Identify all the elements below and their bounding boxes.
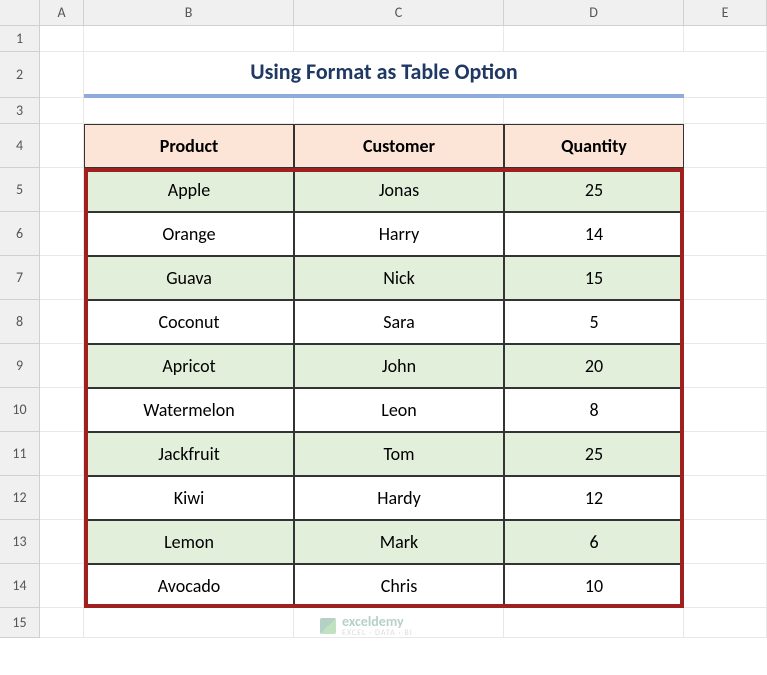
cell-a14[interactable] — [40, 564, 84, 608]
cell-customer-0[interactable]: Jonas — [294, 168, 504, 212]
cell-a12[interactable] — [40, 476, 84, 520]
cell-c1[interactable] — [294, 26, 504, 52]
cell-product-7[interactable]: Kiwi — [84, 476, 294, 520]
col-header-b[interactable]: B — [84, 0, 294, 26]
watermark-main: exceldemy — [342, 615, 413, 629]
cell-quantity-0[interactable]: 25 — [504, 168, 684, 212]
cell-customer-5[interactable]: Leon — [294, 388, 504, 432]
col-header-c[interactable]: C — [294, 0, 504, 26]
header-product[interactable]: Product — [84, 124, 294, 168]
cell-d3[interactable] — [504, 98, 684, 124]
cell-d15[interactable] — [504, 608, 684, 638]
cell-e15[interactable] — [684, 608, 767, 638]
row-header-14[interactable]: 14 — [0, 564, 40, 608]
cell-e11[interactable] — [684, 432, 767, 476]
cell-customer-8[interactable]: Mark — [294, 520, 504, 564]
cell-quantity-1[interactable]: 14 — [504, 212, 684, 256]
watermark: exceldemy EXCEL · DATA · BI — [320, 615, 413, 637]
cell-customer-1[interactable]: Harry — [294, 212, 504, 256]
cell-c3[interactable] — [294, 98, 504, 124]
cell-a1[interactable] — [40, 26, 84, 52]
cell-e9[interactable] — [684, 344, 767, 388]
cell-a3[interactable] — [40, 98, 84, 124]
cell-e3[interactable] — [684, 98, 767, 124]
col-header-d[interactable]: D — [504, 0, 684, 26]
cell-e2[interactable] — [684, 52, 767, 98]
row-header-3[interactable]: 3 — [0, 98, 40, 124]
cell-a2[interactable] — [40, 52, 84, 98]
cell-quantity-8[interactable]: 6 — [504, 520, 684, 564]
cell-e6[interactable] — [684, 212, 767, 256]
row-header-7[interactable]: 7 — [0, 256, 40, 300]
row-header-5[interactable]: 5 — [0, 168, 40, 212]
row-header-13[interactable]: 13 — [0, 520, 40, 564]
cell-customer-3[interactable]: Sara — [294, 300, 504, 344]
cell-product-8[interactable]: Lemon — [84, 520, 294, 564]
header-quantity[interactable]: Quantity — [504, 124, 684, 168]
cell-quantity-9[interactable]: 10 — [504, 564, 684, 608]
cell-a13[interactable] — [40, 520, 84, 564]
cell-product-3[interactable]: Coconut — [84, 300, 294, 344]
page-title[interactable]: Using Format as Table Option — [84, 52, 684, 98]
cell-d1[interactable] — [504, 26, 684, 52]
grid-corner — [0, 0, 40, 26]
col-header-e[interactable]: E — [684, 0, 767, 26]
row-header-8[interactable]: 8 — [0, 300, 40, 344]
cell-product-5[interactable]: Watermelon — [84, 388, 294, 432]
cell-quantity-7[interactable]: 12 — [504, 476, 684, 520]
col-header-a[interactable]: A — [40, 0, 84, 26]
cell-product-1[interactable]: Orange — [84, 212, 294, 256]
row-header-12[interactable]: 12 — [0, 476, 40, 520]
cell-customer-9[interactable]: Chris — [294, 564, 504, 608]
cell-e14[interactable] — [684, 564, 767, 608]
cell-quantity-6[interactable]: 25 — [504, 432, 684, 476]
row-header-2[interactable]: 2 — [0, 52, 40, 98]
cell-a7[interactable] — [40, 256, 84, 300]
cell-product-9[interactable]: Avocado — [84, 564, 294, 608]
cell-product-2[interactable]: Guava — [84, 256, 294, 300]
cell-a4[interactable] — [40, 124, 84, 168]
cell-a9[interactable] — [40, 344, 84, 388]
row-header-11[interactable]: 11 — [0, 432, 40, 476]
row-header-4[interactable]: 4 — [0, 124, 40, 168]
cell-a6[interactable] — [40, 212, 84, 256]
cell-a8[interactable] — [40, 300, 84, 344]
cell-a11[interactable] — [40, 432, 84, 476]
cell-b1[interactable] — [84, 26, 294, 52]
cell-b3[interactable] — [84, 98, 294, 124]
cell-customer-4[interactable]: John — [294, 344, 504, 388]
cell-e12[interactable] — [684, 476, 767, 520]
header-customer[interactable]: Customer — [294, 124, 504, 168]
cell-customer-7[interactable]: Hardy — [294, 476, 504, 520]
cell-quantity-5[interactable]: 8 — [504, 388, 684, 432]
cell-quantity-4[interactable]: 20 — [504, 344, 684, 388]
cell-e13[interactable] — [684, 520, 767, 564]
watermark-logo-icon — [320, 618, 336, 634]
spreadsheet-grid: A B C D E 1 2 Using Format as Table Opti… — [0, 0, 767, 638]
row-header-10[interactable]: 10 — [0, 388, 40, 432]
row-header-9[interactable]: 9 — [0, 344, 40, 388]
cell-e10[interactable] — [684, 388, 767, 432]
cell-customer-6[interactable]: Tom — [294, 432, 504, 476]
cell-product-0[interactable]: Apple — [84, 168, 294, 212]
watermark-sub: EXCEL · DATA · BI — [342, 629, 413, 637]
cell-a10[interactable] — [40, 388, 84, 432]
cell-e1[interactable] — [684, 26, 767, 52]
cell-e4[interactable] — [684, 124, 767, 168]
row-header-1[interactable]: 1 — [0, 26, 40, 52]
cell-product-6[interactable]: Jackfruit — [84, 432, 294, 476]
cell-e7[interactable] — [684, 256, 767, 300]
cell-e8[interactable] — [684, 300, 767, 344]
cell-quantity-3[interactable]: 5 — [504, 300, 684, 344]
cell-product-4[interactable]: Apricot — [84, 344, 294, 388]
cell-e5[interactable] — [684, 168, 767, 212]
cell-a15[interactable] — [40, 608, 84, 638]
cell-a5[interactable] — [40, 168, 84, 212]
cell-b15[interactable] — [84, 608, 294, 638]
row-header-15[interactable]: 15 — [0, 608, 40, 638]
cell-quantity-2[interactable]: 15 — [504, 256, 684, 300]
row-header-6[interactable]: 6 — [0, 212, 40, 256]
cell-customer-2[interactable]: Nick — [294, 256, 504, 300]
